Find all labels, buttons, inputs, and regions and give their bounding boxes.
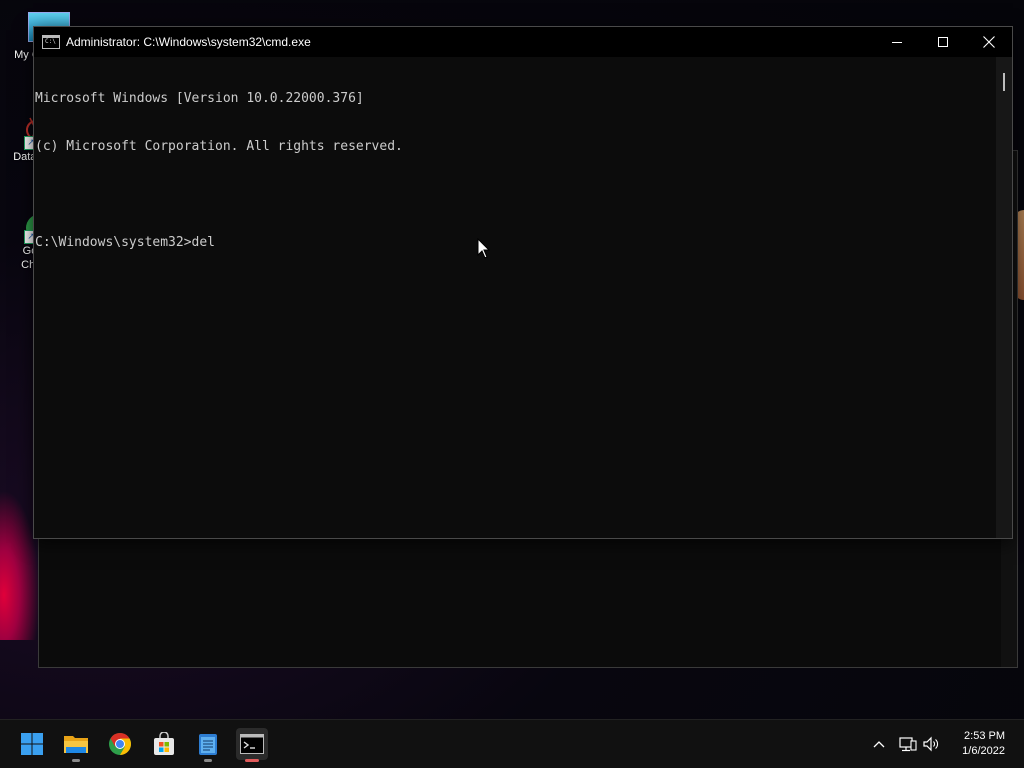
show-hidden-icons-button[interactable] (870, 720, 888, 768)
close-icon (983, 36, 995, 48)
chrome-icon (109, 733, 131, 755)
network-button[interactable] (896, 720, 920, 768)
windows-logo-icon (21, 733, 43, 755)
volume-button[interactable] (920, 720, 942, 768)
close-button[interactable] (966, 27, 1012, 57)
console-line: Microsoft Windows [Version 10.0.22000.37… (35, 91, 364, 106)
taskbar-notepad[interactable] (192, 728, 224, 762)
console-output[interactable]: Microsoft Windows [Version 10.0.22000.37… (34, 57, 996, 538)
taskbar-chrome[interactable] (104, 728, 136, 760)
system-tray (870, 720, 942, 768)
maximize-icon (937, 36, 948, 47)
taskbar-command-prompt[interactable] (236, 728, 268, 762)
console-prompt-line: C:\Windows\system32>del (35, 235, 216, 250)
mouse-pointer-icon (477, 238, 491, 259)
scrollbar-thumb[interactable] (1003, 73, 1005, 91)
terminal-icon (240, 734, 264, 754)
cmd-window[interactable]: C:\ Administrator: C:\Windows\system32\c… (33, 26, 1013, 539)
clock-date: 1/6/2022 (962, 745, 1005, 757)
folder-icon (64, 736, 88, 753)
window-title: Administrator: C:\Windows\system32\cmd.e… (66, 35, 311, 49)
minimize-button[interactable] (874, 27, 920, 57)
clock-time: 2:53 PM (964, 730, 1005, 742)
notepad-icon (199, 734, 217, 755)
taskbar-microsoft-store[interactable] (148, 728, 180, 760)
maximize-button[interactable] (920, 27, 966, 57)
cmd-app-icon: C:\ (42, 35, 60, 49)
vertical-scrollbar[interactable] (996, 57, 1012, 538)
taskbar: 2:53 PM 1/6/2022 (0, 719, 1024, 768)
running-indicator (72, 759, 80, 762)
console-line: (c) Microsoft Corporation. All rights re… (35, 139, 403, 154)
title-bar[interactable]: C:\ Administrator: C:\Windows\system32\c… (34, 27, 1012, 57)
network-icon (899, 737, 917, 752)
start-button[interactable] (16, 728, 48, 760)
taskbar-clock[interactable]: 2:53 PM 1/6/2022 (962, 729, 1005, 759)
chevron-up-icon (873, 741, 885, 748)
active-indicator (245, 759, 259, 762)
store-icon (154, 732, 174, 755)
speaker-icon (923, 736, 938, 752)
running-indicator (204, 759, 212, 762)
taskbar-file-explorer[interactable] (60, 728, 92, 762)
minimize-icon (891, 41, 902, 43)
